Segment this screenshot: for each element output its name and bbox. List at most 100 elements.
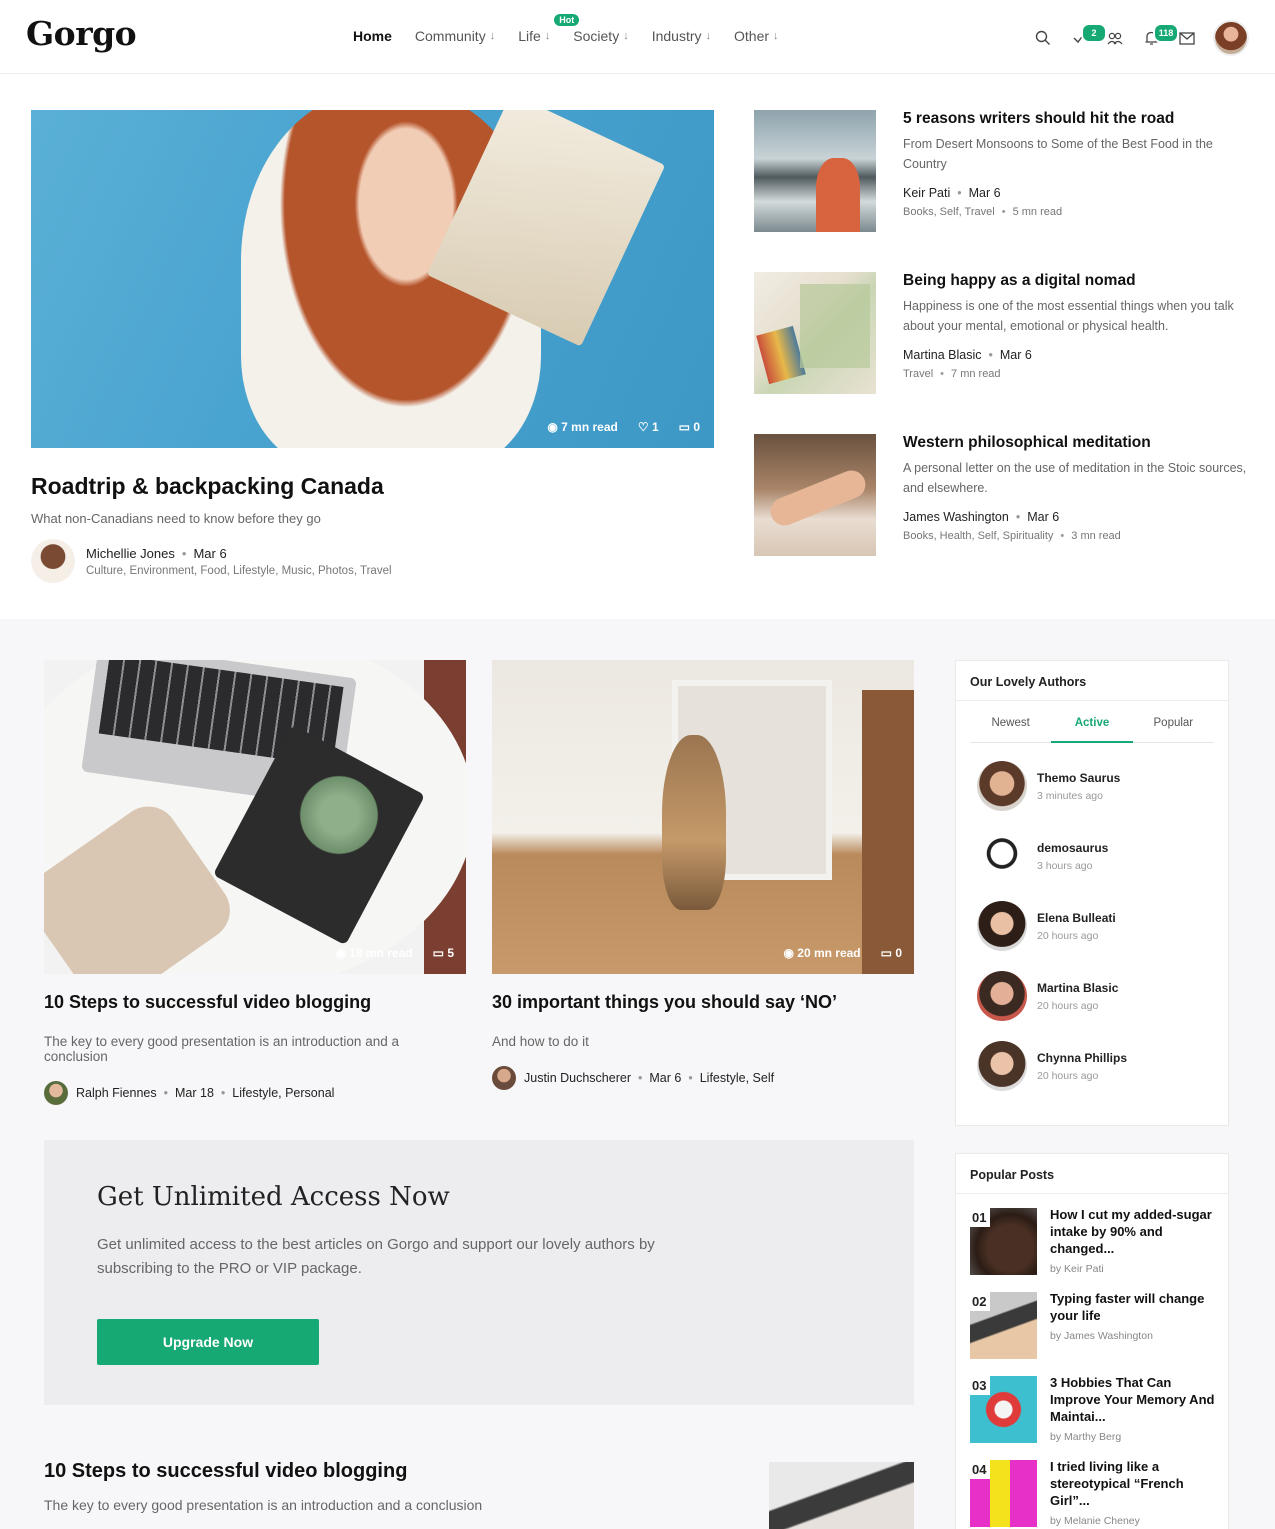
read-time: 3 mn read: [1071, 530, 1121, 542]
upgrade-banner: Get Unlimited Access Now Get unlimited a…: [44, 1140, 914, 1405]
author-name: Martina Blasic: [1037, 980, 1119, 995]
card-stats: ◉ 18 mn read ▭ 5: [335, 946, 454, 960]
nav-item-other[interactable]: Other ↓: [734, 28, 779, 44]
post-tags[interactable]: Culture, Environment, Food, Lifestyle, M…: [86, 565, 392, 577]
authors-widget: Our Lovely Authors Newest Active Popular…: [955, 660, 1229, 1126]
author-list-item[interactable]: Themo Saurus 3 minutes ago: [956, 751, 1228, 821]
post-card: ◉ 18 mn read ▭ 5 10 Steps to successful …: [44, 660, 466, 1105]
separator-dot: •: [688, 1071, 693, 1085]
post-date: Mar 6: [193, 545, 227, 561]
post-thumbnail[interactable]: [754, 110, 876, 232]
read-stat: ◉ 7 mn read: [547, 420, 618, 434]
comment-count: 0: [693, 420, 700, 434]
author-activity-time: 20 hours ago: [1037, 1069, 1099, 1082]
tab-active[interactable]: Active: [1051, 717, 1133, 743]
post-card-image[interactable]: ◉ 20 mn read ▭ 0: [492, 660, 914, 974]
post-tags[interactable]: Books, Self, Travel: [903, 206, 995, 218]
author-list-item[interactable]: demosaurus 3 hours ago: [956, 821, 1228, 891]
like-button[interactable]: ♡ 1: [638, 420, 659, 434]
post-tags[interactable]: Lifestyle, Personal: [232, 1086, 334, 1100]
nav-item-home[interactable]: Home: [353, 28, 392, 44]
author-name[interactable]: Justin Duchscherer: [524, 1071, 631, 1085]
banner-description: Get unlimited access to the best article…: [97, 1236, 655, 1277]
post-title[interactable]: Western philosophical meditation: [903, 434, 1151, 452]
notifications-button[interactable]: 118: [1133, 21, 1179, 55]
post-meta: Justin Duchscherer • Mar 6 • Lifestyle, Self: [492, 1066, 914, 1090]
post-author: by Marthy Berg: [1050, 1431, 1122, 1443]
post-description: And how to do it: [492, 1034, 589, 1049]
backpack-shape: [816, 158, 860, 232]
author-name[interactable]: James Washington: [903, 510, 1009, 524]
post-thumbnail[interactable]: [754, 272, 876, 394]
banner-title: Get Unlimited Access Now: [97, 1182, 450, 1212]
post-author: by Melanie Cheney: [1050, 1515, 1140, 1527]
popular-post-item[interactable]: 02 Typing faster will change your life by…: [956, 1278, 1228, 1362]
search-icon: [1035, 30, 1050, 45]
tasks-button[interactable]: 2: [1061, 21, 1107, 55]
comment-button[interactable]: ▭ 0: [679, 420, 700, 434]
nav-label: Society: [573, 28, 620, 44]
author-list-item[interactable]: Elena Bulleati 20 hours ago: [956, 891, 1228, 961]
post-title[interactable]: 10 Steps to successful video blogging: [44, 1460, 407, 1483]
friends-button[interactable]: [1097, 21, 1133, 55]
separator-dot: •: [1060, 530, 1065, 542]
site-header: Gorgo Home Community ↓ Life ↓ Hot Society ↓ …: [0, 0, 1275, 74]
site-logo[interactable]: Gorgo: [26, 14, 137, 53]
messages-button[interactable]: [1169, 21, 1205, 55]
hero-title[interactable]: Roadtrip & backpacking Canada: [31, 473, 384, 500]
user-avatar[interactable]: [1213, 20, 1249, 56]
post-title[interactable]: 5 reasons writers should hit the road: [903, 110, 1174, 128]
post-card: ◉ 20 mn read ▭ 0 30 important things you…: [492, 660, 914, 1090]
author-name: Themo Saurus: [1037, 770, 1121, 785]
hero-stats: ◉ 7 mn read ♡ 1 ▭ 0: [547, 420, 700, 434]
author-activity-time: 3 hours ago: [1037, 859, 1093, 872]
post-title[interactable]: 10 Steps to successful video blogging: [44, 992, 466, 1013]
popular-post-item[interactable]: 03 3 Hobbies That Can Improve Your Memor…: [956, 1362, 1228, 1446]
read-time: 7 mn read: [561, 420, 618, 434]
popular-post-item[interactable]: 01 How I cut my added-sugar intake by 90…: [956, 1194, 1228, 1278]
side-post: Being happy as a digital nomad Happiness…: [754, 272, 1254, 397]
avatar[interactable]: [31, 539, 75, 583]
author-list-item[interactable]: Chynna Phillips 20 hours ago: [956, 1031, 1228, 1101]
post-tags[interactable]: Lifestyle, Self: [700, 1071, 774, 1085]
nav-item-community[interactable]: Community ↓: [415, 28, 495, 44]
separator-dot: •: [163, 1086, 168, 1100]
author-name[interactable]: Michellie Jones: [86, 546, 175, 561]
author-name: Elena Bulleati: [1037, 910, 1116, 925]
tab-popular[interactable]: Popular: [1133, 717, 1214, 742]
separator-dot: •: [1001, 206, 1006, 218]
post-title[interactable]: Being happy as a digital nomad: [903, 272, 1136, 290]
search-button[interactable]: [1025, 21, 1061, 55]
post-tags[interactable]: Travel: [903, 368, 933, 380]
avatar: [977, 761, 1027, 811]
post-thumbnail[interactable]: [754, 434, 876, 556]
popular-post-item[interactable]: 04 I tried living like a stereotypical “…: [956, 1446, 1228, 1529]
avatar[interactable]: [44, 1081, 68, 1105]
nav-item-life[interactable]: Life ↓ Hot: [518, 14, 580, 44]
post-date: Mar 6: [649, 1071, 682, 1085]
author-name[interactable]: Keir Pati: [903, 186, 950, 200]
author-name[interactable]: Ralph Fiennes: [76, 1086, 157, 1100]
cat-shape: [662, 735, 726, 910]
tab-newest[interactable]: Newest: [970, 717, 1051, 742]
nav-item-society[interactable]: Society ↓: [573, 28, 628, 44]
nav-item-industry[interactable]: Industry ↓: [652, 28, 711, 44]
post-title[interactable]: 30 important things you should say ‘NO’: [492, 992, 914, 1013]
upgrade-button[interactable]: Upgrade Now: [97, 1319, 319, 1365]
avatar[interactable]: [492, 1066, 516, 1090]
side-post: Western philosophical meditation A perso…: [754, 434, 1254, 559]
hero-image[interactable]: ◉ 7 mn read ♡ 1 ▭ 0: [31, 110, 714, 448]
post-thumbnail[interactable]: [769, 1462, 914, 1529]
comment-button[interactable]: ▭ 5: [433, 946, 454, 960]
read-time: 5 mn read: [1012, 206, 1063, 218]
post-description: From Desert Monsoons to Some of the Best…: [903, 137, 1213, 171]
post-card-image[interactable]: ◉ 18 mn read ▭ 5: [44, 660, 466, 974]
post-tags[interactable]: Books, Health, Self, Spirituality: [903, 530, 1053, 542]
comment-button[interactable]: ▭ 0: [881, 946, 902, 960]
author-name[interactable]: Martina Blasic: [903, 348, 982, 362]
separator-dot: •: [988, 348, 993, 362]
author-list-item[interactable]: Martina Blasic 20 hours ago: [956, 961, 1228, 1031]
post-rank: 03: [970, 1376, 991, 1395]
post-date: Mar 18: [175, 1086, 214, 1100]
post-meta: Ralph Fiennes • Mar 18 • Lifestyle, Personal: [44, 1081, 466, 1105]
